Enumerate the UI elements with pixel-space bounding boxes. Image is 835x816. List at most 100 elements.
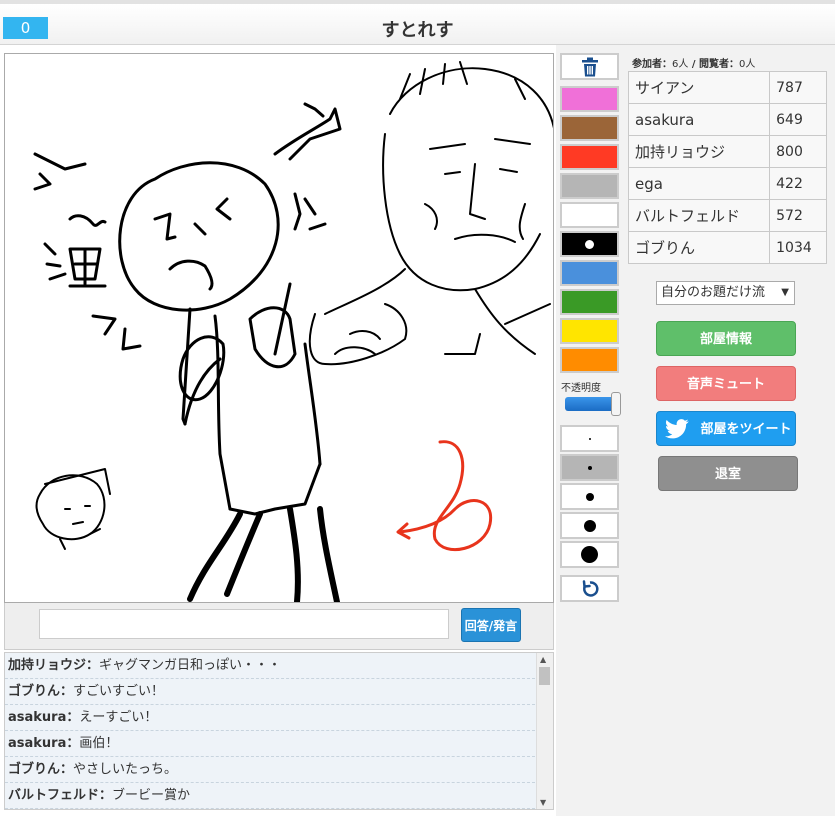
player-name: バルトフェルド [627, 199, 771, 232]
chat-user: バルトフェルド [8, 788, 100, 803]
chat-text: ブービー賞か [112, 788, 191, 803]
brush-size-3[interactable] [560, 483, 619, 510]
clear-canvas-button[interactable] [560, 53, 619, 80]
answer-input[interactable] [39, 609, 449, 639]
opacity-slider-track[interactable] [565, 397, 617, 411]
chat-user: asakura [8, 710, 67, 725]
undo-icon [582, 579, 598, 597]
tweet-room-label: 部屋をツイート [700, 422, 792, 437]
stroke [183, 357, 222, 426]
brush-size-5[interactable] [560, 541, 619, 568]
brush-size-2[interactable] [560, 454, 619, 481]
stroke [324, 268, 536, 355]
drawing-canvas[interactable] [4, 53, 554, 603]
chat-message: バルトフェルド：ブービー賞か [5, 783, 535, 809]
color-swatch[interactable] [560, 231, 619, 257]
stroke [193, 222, 207, 236]
participant-count: 参加者：6人 / 閲覧者：0人 [632, 59, 756, 70]
brush-dot-icon [581, 546, 598, 563]
player-score: 649 [769, 103, 827, 136]
tweet-room-button[interactable]: 部屋をツイート [656, 411, 796, 446]
stroke [35, 474, 106, 541]
chat-text: ギャグマンガ日和っぽい・・・ [99, 658, 282, 673]
room-title: すとれす [381, 20, 454, 41]
brush-size-1[interactable] [560, 425, 619, 452]
chat-user: ゴブりん [8, 684, 61, 699]
chat-message: asakura：画伯！ [5, 731, 535, 757]
stroke [273, 107, 342, 161]
trash-icon [581, 57, 598, 76]
stroke [118, 161, 280, 312]
stroke [334, 330, 381, 355]
color-swatch[interactable] [560, 144, 619, 170]
brush-dot-icon [583, 519, 596, 532]
table-row: asakura 649 [627, 103, 827, 136]
brush-dot-icon [587, 465, 592, 470]
color-swatch[interactable] [560, 318, 619, 344]
stroke [317, 506, 340, 602]
stroke [228, 462, 322, 516]
player-name: ega [627, 167, 771, 200]
stroke [303, 102, 325, 118]
chat-message: ゴブりん：やさしいたっち。 [5, 757, 535, 783]
player-name: 加持リョウジ [627, 135, 771, 168]
stroke [68, 247, 107, 288]
scroll-up-arrow-icon[interactable]: ▲ [540, 655, 546, 664]
stroke [382, 133, 541, 292]
color-swatch[interactable] [560, 347, 619, 373]
player-name: サイアン [627, 71, 771, 104]
stroke [33, 172, 52, 191]
color-swatch[interactable] [560, 289, 619, 315]
brush-dot-icon [585, 492, 594, 501]
opacity-slider-thumb[interactable] [611, 392, 621, 416]
chat-message: 加持リョウジ：ギャグマンガ日和っぽい・・・ [5, 653, 535, 679]
table-row: ゴブりん 1034 [627, 231, 827, 264]
mute-button[interactable]: 音声ミュート [656, 366, 796, 401]
chat-log[interactable]: 加持リョウジ：ギャグマンガ日和っぽい・・・ ゴブりん：すごいすごい！ asaku… [4, 652, 554, 810]
color-swatch[interactable] [560, 260, 619, 286]
exit-room-button[interactable]: 退室 [658, 456, 798, 491]
player-score: 422 [769, 167, 827, 200]
color-swatch[interactable] [560, 173, 619, 199]
brush-dot-icon [588, 437, 591, 440]
chat-text: 画伯！ [79, 736, 119, 751]
answer-bar: 回答/発言 [4, 603, 554, 650]
brush-size-4[interactable] [560, 512, 619, 539]
stroke [424, 203, 526, 240]
chat-message: ゴブりん：すごいすごい！ [5, 679, 535, 705]
opacity-slider[interactable] [565, 392, 621, 416]
score-table: サイアン 787 asakura 649 加持リョウジ 800 ega 422 バルトフ… [627, 71, 827, 264]
opacity-label: 不透明度 [561, 383, 601, 394]
player-name: ゴブりん [627, 231, 771, 264]
player-name: asakura [627, 103, 771, 136]
table-row: 加持リョウジ 800 [627, 135, 827, 168]
player-score: 787 [769, 71, 827, 104]
chat-text: やさしいたっち。 [73, 762, 178, 777]
stroke [33, 152, 87, 171]
twitter-bird-icon [665, 419, 689, 439]
undo-button[interactable] [560, 575, 619, 602]
scroll-thumb[interactable] [539, 667, 550, 685]
room-info-button[interactable]: 部屋情報 [656, 321, 796, 356]
stroke [287, 506, 301, 602]
stroke [43, 242, 67, 281]
flow-select[interactable]: 自分のお題だけ流 ▼ [656, 281, 795, 305]
stroke [68, 214, 107, 227]
color-swatch[interactable] [560, 115, 619, 141]
chat-text: えーすごい！ [79, 710, 158, 725]
player-score: 800 [769, 135, 827, 168]
stroke [454, 163, 516, 243]
stroke [215, 197, 232, 221]
chat-scrollbar[interactable]: ▲ ▼ [536, 653, 553, 809]
scroll-down-arrow-icon[interactable]: ▼ [540, 798, 546, 807]
color-swatch[interactable] [560, 86, 619, 112]
table-row: ega 422 [627, 167, 827, 200]
stroke [273, 282, 292, 356]
answer-submit-button[interactable]: 回答/発言 [461, 608, 521, 642]
color-swatch[interactable] [560, 202, 619, 228]
chat-message: asakura：えーすごい！ [5, 705, 535, 731]
stroke [44, 468, 111, 525]
chat-user: 加持リョウジ [8, 658, 87, 673]
stroke [168, 259, 214, 291]
stroke [429, 138, 531, 175]
